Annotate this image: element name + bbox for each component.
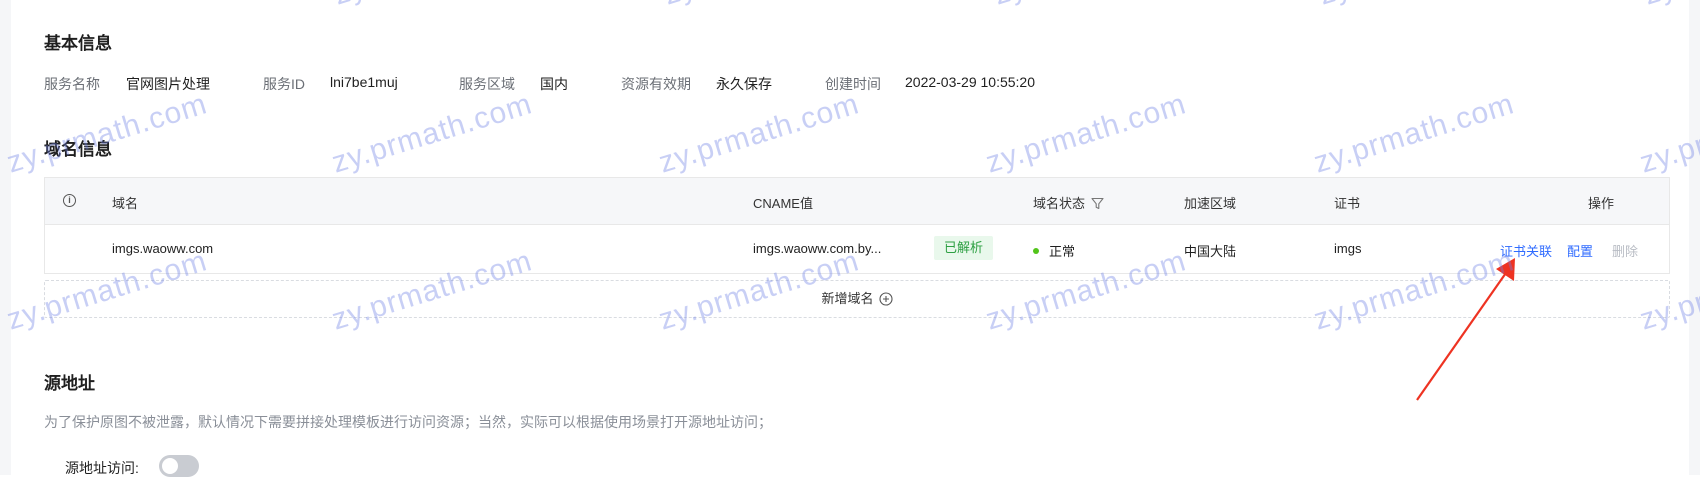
row-cname: imgs.waoww.com.by... bbox=[753, 241, 882, 256]
cert-associate-link[interactable]: 证书关联 bbox=[1500, 241, 1552, 260]
watermark-text: zy.prmath.com bbox=[982, 87, 1191, 180]
add-domain-label: 新增域名 bbox=[821, 291, 874, 306]
col-domain-status: 域名状态 bbox=[1033, 193, 1104, 213]
plus-circle-icon bbox=[878, 292, 893, 306]
origin-access-label: 源地址访问: bbox=[65, 460, 139, 476]
row-cert: imgs bbox=[1334, 241, 1362, 256]
origin-access-toggle[interactable] bbox=[159, 455, 199, 477]
created-time-label: 创建时间 bbox=[825, 76, 881, 92]
service-id-field: 服务ID lni7be1muj bbox=[263, 74, 398, 94]
watermark-text: zy.prmath.com bbox=[3, 87, 212, 180]
origin-title: 源地址 bbox=[44, 374, 95, 393]
status-dot-icon bbox=[1033, 248, 1039, 254]
col-ops: 操作 bbox=[1588, 196, 1615, 211]
service-id-value: lni7be1muj bbox=[330, 74, 398, 90]
add-domain-button[interactable]: 新增域名 bbox=[44, 280, 1670, 318]
service-name-field: 服务名称 官网图片处理 bbox=[44, 74, 210, 94]
domain-table: i 域名 CNAME值 域名状态 加速区域 证书 操作 imgs.waoww.c… bbox=[44, 177, 1670, 274]
col-domain: 域名 bbox=[112, 196, 139, 211]
created-time-field: 创建时间 2022-03-29 10:55:20 bbox=[825, 74, 1035, 94]
row-domain: imgs.waoww.com bbox=[112, 241, 214, 256]
service-name-label: 服务名称 bbox=[44, 76, 100, 92]
right-gutter bbox=[1689, 0, 1700, 475]
cname-resolved-badge: 已解析 bbox=[934, 236, 994, 260]
filter-icon[interactable] bbox=[1091, 197, 1104, 213]
created-time-value: 2022-03-29 10:55:20 bbox=[905, 74, 1035, 90]
watermark-text: zy.prmath.com bbox=[660, 0, 868, 13]
toggle-knob bbox=[162, 458, 178, 474]
watermark-text: zy.prmath.com bbox=[328, 87, 537, 180]
origin-hint: 为了保护原图不被泄露，默认情况下需要拼接处理模板进行访问资源；当然，实际可以根据… bbox=[44, 414, 772, 430]
watermark-text: zy.prmath.com bbox=[655, 87, 864, 180]
service-name-value: 官网图片处理 bbox=[126, 76, 210, 92]
watermark-text: zy.prmath.com bbox=[330, 0, 538, 13]
validity-field: 资源有效期 永久保存 bbox=[621, 74, 772, 94]
row-status: 正常 bbox=[1033, 241, 1075, 260]
info-icon: i bbox=[63, 194, 76, 207]
config-link[interactable]: 配置 bbox=[1567, 241, 1593, 260]
left-gutter bbox=[0, 0, 11, 475]
table-row: imgs.waoww.com imgs.waoww.com.by... 已解析 … bbox=[45, 225, 1669, 273]
service-region-field: 服务区域 国内 bbox=[459, 74, 568, 94]
col-cname: CNAME值 bbox=[753, 196, 813, 211]
col-accel-region: 加速区域 bbox=[1184, 196, 1237, 211]
delete-link[interactable]: 删除 bbox=[1612, 241, 1638, 260]
row-status-text: 正常 bbox=[1049, 244, 1076, 259]
col-domain-status-label: 域名状态 bbox=[1033, 196, 1086, 211]
table-header: i 域名 CNAME值 域名状态 加速区域 证书 操作 bbox=[45, 178, 1669, 225]
watermark-text: zy.prmath.com bbox=[1310, 87, 1519, 180]
watermark-text: zy.prmath.com bbox=[990, 0, 1198, 13]
basic-info-title: 基本信息 bbox=[44, 34, 112, 53]
row-accel-region: 中国大陆 bbox=[1184, 244, 1237, 259]
domain-info-title: 域名信息 bbox=[44, 140, 112, 159]
watermark-text: zy.prmath.com bbox=[1315, 0, 1523, 13]
validity-label: 资源有效期 bbox=[621, 76, 691, 92]
col-cert: 证书 bbox=[1334, 196, 1361, 211]
service-region-value: 国内 bbox=[540, 76, 568, 92]
service-region-label: 服务区域 bbox=[459, 76, 515, 92]
service-id-label: 服务ID bbox=[263, 76, 305, 92]
validity-value: 永久保存 bbox=[716, 76, 772, 92]
